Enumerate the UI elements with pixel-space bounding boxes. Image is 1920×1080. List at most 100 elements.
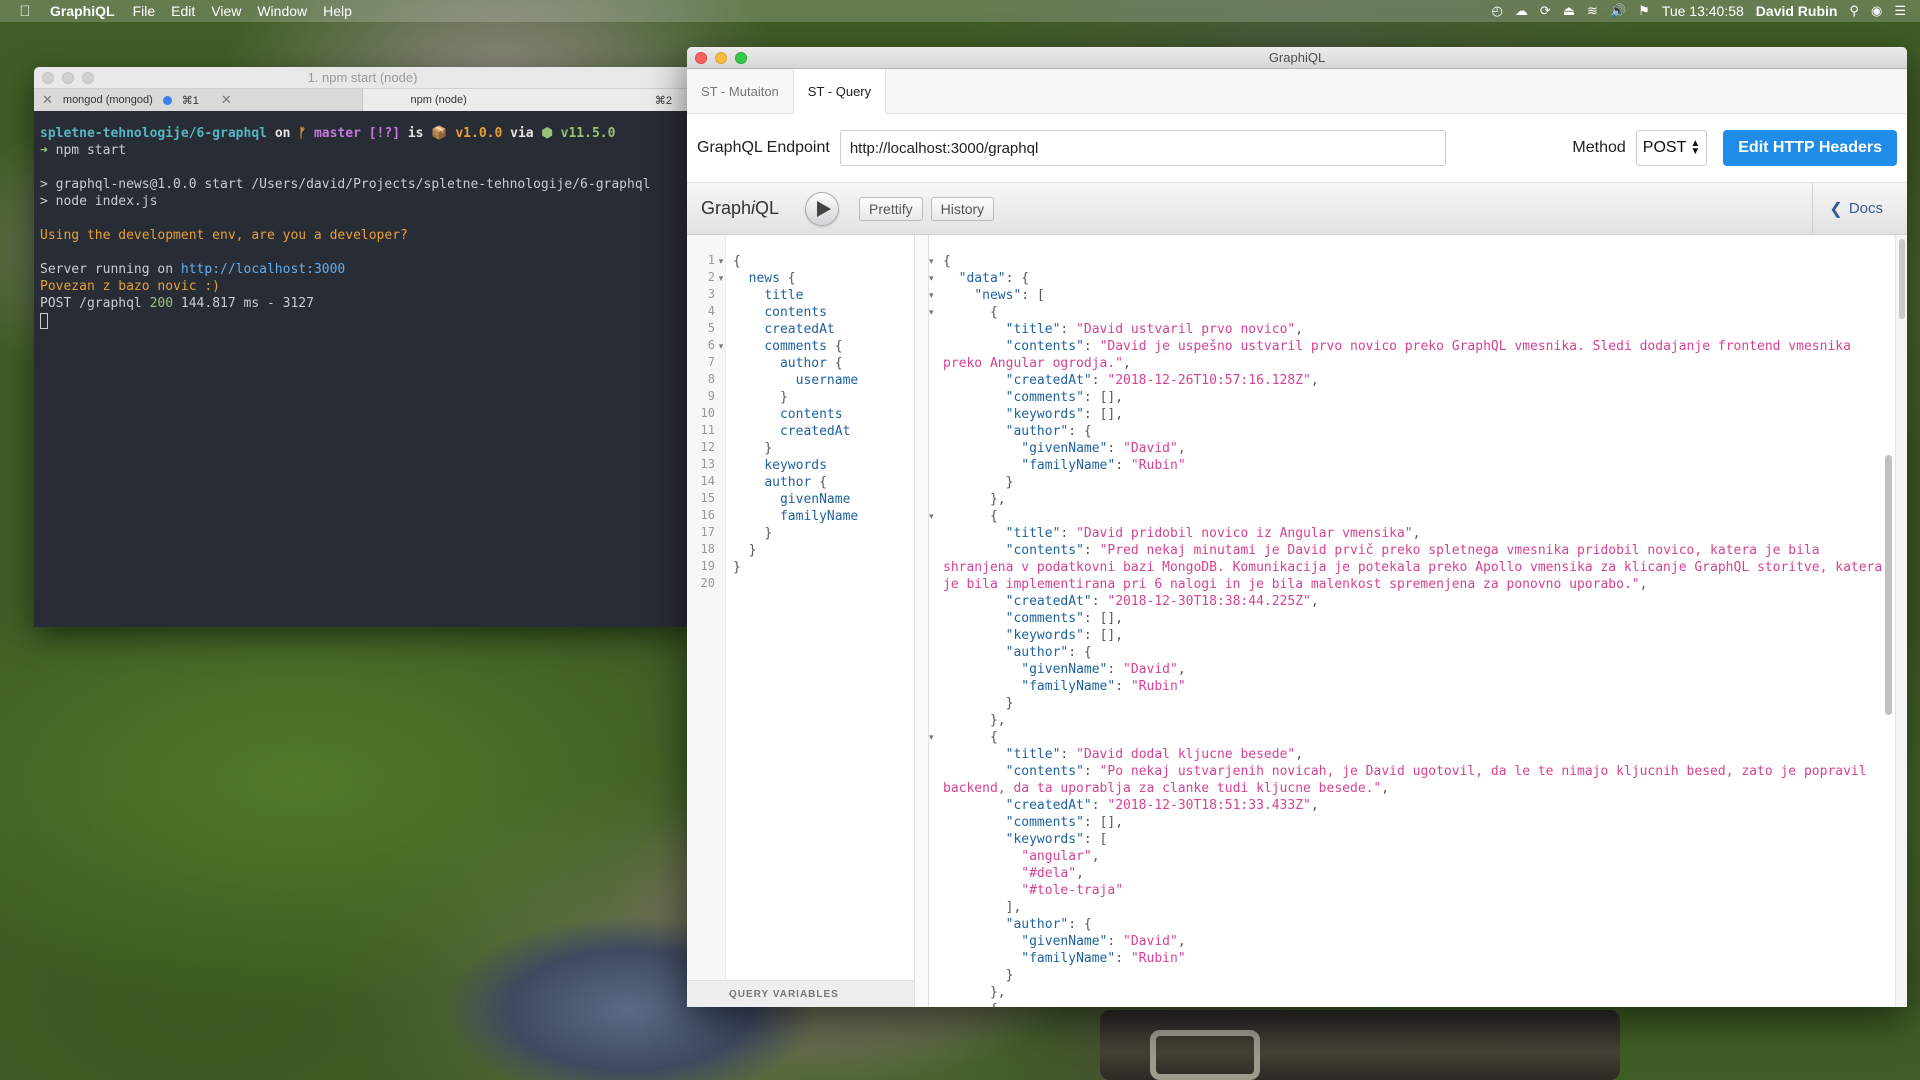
edit-http-headers-button[interactable]: Edit HTTP Headers: [1723, 130, 1897, 166]
query-line: 18 }: [687, 542, 858, 559]
query-line: 4 contents: [687, 304, 858, 321]
fold-arrow-icon[interactable]: ▾: [929, 253, 934, 270]
result-line: "#tole-traja": [943, 882, 1877, 899]
query-line: 12 }: [687, 440, 858, 457]
tab-st-query[interactable]: ST - Query: [793, 69, 887, 114]
json-key: "familyName": [1021, 679, 1116, 694]
prompt-word: is: [407, 126, 424, 141]
fold-arrow-icon[interactable]: ▾: [929, 508, 934, 525]
terminal-output[interactable]: spletne-tehnologije/6-graphql on ᚠ maste…: [34, 111, 691, 329]
cloud-icon[interactable]: ☁: [1515, 3, 1528, 19]
menu-app-name[interactable]: GraphiQL: [50, 3, 115, 19]
json-punctuation: :: [1107, 662, 1124, 677]
scrollbar-thumb[interactable]: [1885, 455, 1892, 715]
flag-icon[interactable]: ⚑: [1638, 3, 1650, 19]
scrollbar-thumb[interactable]: [1899, 239, 1905, 319]
json-key: "createdAt": [1005, 798, 1092, 813]
eject-icon[interactable]: ⏏: [1563, 3, 1575, 19]
menu-clock[interactable]: Tue 13:40:58: [1662, 3, 1744, 19]
result-line: "createdAt": "2018-12-26T10:57:16.128Z",: [943, 372, 1877, 389]
graphiql-titlebar[interactable]: GraphiQL: [687, 47, 1907, 69]
query-editor[interactable]: 1 ▾{2 ▾ news {3 title 4 contents 5 createdAt…: [687, 235, 915, 1007]
line-number: 12: [700, 440, 715, 454]
json-punctuation: [943, 951, 1021, 966]
result-line: "data": {: [943, 270, 1877, 287]
prettify-button[interactable]: Prettify: [859, 196, 923, 221]
sync-icon[interactable]: ⟳: [1540, 3, 1551, 19]
json-string: "David": [1123, 934, 1178, 949]
method-select[interactable]: POST ▲ ▼: [1635, 130, 1708, 166]
result-line: "givenName": "David",: [943, 440, 1877, 457]
history-button[interactable]: History: [930, 196, 995, 221]
result-line: "angular",: [943, 848, 1877, 865]
result-scrollbar[interactable]: [1883, 235, 1893, 1007]
query-variables-bar[interactable]: QUERY VARIABLES: [687, 980, 914, 1007]
terminal-tab-mongod[interactable]: ✕ mongod (mongod) ⌘1 ✕: [34, 89, 363, 111]
db-message: Povezan z bazo novic :): [40, 279, 221, 294]
menu-item-file[interactable]: File: [133, 3, 156, 19]
siri-icon[interactable]: ◉: [1871, 3, 1882, 19]
graphiql-title: GraphiQL: [1268, 50, 1326, 65]
result-line: "createdAt": "2018-12-30T18:51:33.433Z",: [943, 797, 1877, 814]
editor-drag-bar[interactable]: [915, 235, 929, 1007]
time-machine-icon[interactable]: ◴: [1492, 3, 1503, 19]
json-punctuation: ,: [1310, 373, 1319, 388]
fold-arrow-icon[interactable]: ▾: [929, 287, 934, 304]
json-punctuation: [943, 628, 1006, 643]
fold-arrow-icon[interactable]: ▾: [929, 729, 934, 746]
json-punctuation: : {: [1068, 645, 1092, 660]
json-key: "author": [1005, 917, 1069, 932]
close-tab-icon[interactable]: ✕: [42, 92, 53, 108]
fold-arrow-icon[interactable]: ▾: [715, 270, 727, 287]
fold-arrow-icon[interactable]: ▾: [715, 253, 727, 270]
server-url-link[interactable]: http://localhost:3000: [181, 262, 345, 277]
tab-st-mutation[interactable]: ST - Mutaiton: [687, 69, 794, 113]
query-line: 2 ▾ news {: [687, 270, 858, 287]
execute-query-button[interactable]: [805, 191, 840, 226]
menu-user[interactable]: David Rubin: [1756, 3, 1838, 19]
wifi-icon[interactable]: ≋: [1587, 3, 1598, 19]
json-punctuation: [943, 679, 1021, 694]
json-punctuation: : {: [1068, 917, 1092, 932]
result-line: "familyName": "Rubin": [943, 457, 1877, 474]
close-tab-icon[interactable]: ✕: [221, 92, 232, 108]
json-key: "news": [974, 288, 1022, 303]
docs-button[interactable]: ❮ Docs: [1812, 183, 1897, 234]
fold-arrow-icon[interactable]: ▾: [715, 338, 727, 355]
json-punctuation: {: [943, 254, 951, 269]
result-line: "comments": [],: [943, 389, 1877, 406]
json-punctuation: ,: [1177, 662, 1186, 677]
query-source: [727, 576, 733, 593]
terminal-titlebar[interactable]: 1. npm start (node): [34, 67, 691, 89]
line-number: 5: [707, 321, 715, 335]
json-punctuation: [943, 407, 1006, 422]
notification-center-icon[interactable]: ☰: [1894, 3, 1906, 19]
json-punctuation: }: [943, 696, 1014, 711]
query-source: title: [764, 288, 804, 303]
fold-arrow-icon[interactable]: ▾: [929, 270, 934, 287]
json-string: "David": [1123, 441, 1178, 456]
json-punctuation: :: [1091, 798, 1108, 813]
volume-icon[interactable]: 🔊: [1610, 3, 1626, 19]
json-punctuation: []: [1099, 815, 1116, 830]
line-number: 2: [707, 270, 715, 284]
window-scrollbar[interactable]: [1895, 235, 1907, 1007]
menu-item-help[interactable]: Help: [323, 3, 352, 19]
json-key: "keywords": [1005, 832, 1084, 847]
fold-arrow-icon[interactable]: ▾: [929, 304, 934, 321]
spotlight-search-icon[interactable]: ⚲: [1849, 3, 1859, 19]
terminal-tab-npm[interactable]: npm (node) ⌘2: [362, 89, 691, 111]
query-source: createdAt: [779, 424, 851, 439]
apple-icon[interactable]: : [0, 3, 50, 20]
menu-item-window[interactable]: Window: [257, 3, 307, 19]
menu-item-edit[interactable]: Edit: [171, 3, 195, 19]
result-code: { "data": { "news": [ { "title": "David …: [943, 253, 1882, 1007]
menu-item-view[interactable]: View: [211, 3, 241, 19]
endpoint-input[interactable]: http://localhost:3000/graphql: [839, 130, 1446, 166]
json-key: "familyName": [1021, 951, 1116, 966]
json-punctuation: :: [1115, 679, 1131, 694]
json-punctuation: :: [1083, 628, 1100, 643]
terminal-tabs: ✕ mongod (mongod) ⌘1 ✕ npm (node) ⌘2: [34, 89, 691, 111]
result-viewer[interactable]: ▾ ▾ ▾ ▾ ▾ ▾ { "data": { "news": [ { "title": …: [929, 235, 1907, 1007]
